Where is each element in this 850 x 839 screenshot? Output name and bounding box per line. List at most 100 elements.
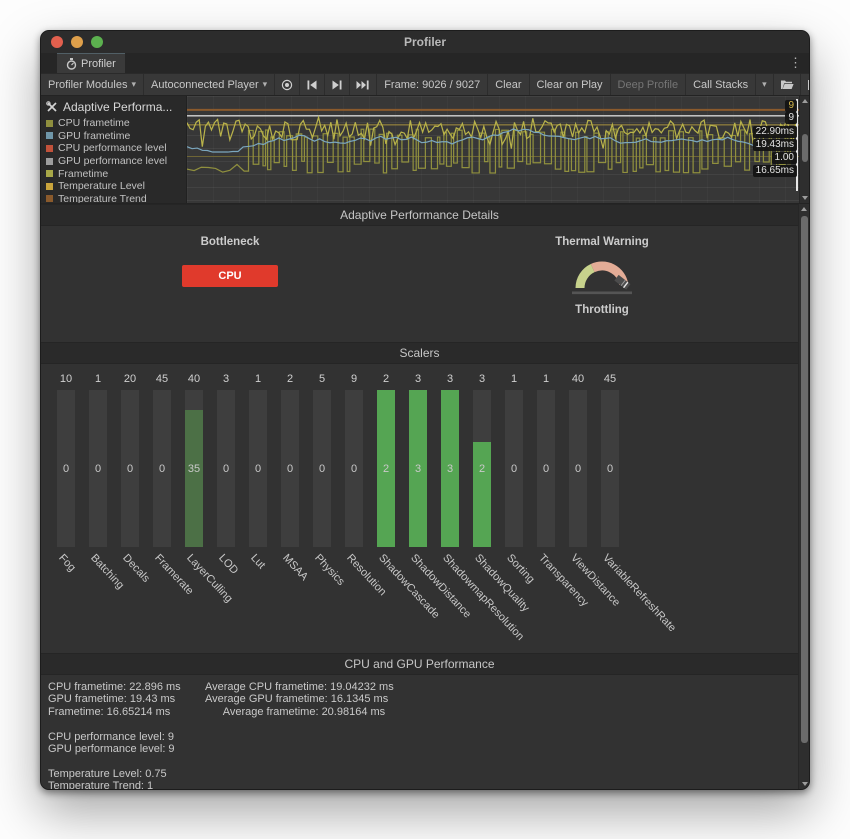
scaler-max-value: 5 (313, 364, 331, 390)
record-button[interactable] (275, 74, 300, 95)
scaler-name-area: Batching (89, 547, 107, 653)
target-dropdown[interactable]: Autoconnected Player ▾ (144, 74, 275, 95)
scaler-bar: 35 (185, 390, 203, 547)
profiler-window: Profiler Profiler ⋮ Profiler Modules ▾ A… (40, 30, 810, 790)
legend-item[interactable]: Temperature Trend (46, 193, 182, 203)
legend-item[interactable]: Temperature Level (46, 180, 182, 193)
scaler-max-value: 2 (281, 364, 299, 390)
frametime-chart[interactable]: 9922.90ms19.43ms1.0016.65ms (187, 96, 799, 203)
scaler-column-msaa: 20MSAA (281, 364, 299, 653)
call-stacks-button[interactable]: Call Stacks (686, 74, 756, 95)
call-stacks-dropdown[interactable]: ▾ (756, 74, 774, 95)
profiler-modules-dropdown[interactable]: Profiler Modules ▾ (41, 74, 144, 95)
scaler-name-label: Fog (56, 552, 78, 574)
scaler-current-value: 0 (345, 463, 363, 475)
scaler-max-value: 45 (153, 364, 171, 390)
thermal-gauge (570, 255, 634, 297)
module-chart-area: Adaptive Performa... CPU frametimeGPU fr… (41, 96, 809, 204)
profiler-modules-label: Profiler Modules (48, 79, 127, 91)
current-frame-button[interactable] (350, 74, 377, 95)
chevron-down-icon: ▾ (131, 79, 136, 90)
legend-item[interactable]: Frametime (46, 167, 182, 180)
skip-to-last-icon (356, 80, 370, 90)
details-panel: Adaptive Performance Details Bottleneck … (41, 204, 809, 789)
module-scrollbar-thumb[interactable] (802, 134, 808, 162)
performance-average-line: Average frametime: 20.98164 ms (205, 706, 394, 718)
scaler-max-value: 3 (409, 364, 427, 390)
performance-left-column: CPU frametime: 22.896 msGPU frametime: 1… (48, 681, 181, 789)
legend-color-chip (46, 132, 53, 139)
performance-header: CPU and GPU Performance (41, 653, 798, 675)
scalers-header: Scalers (41, 342, 798, 364)
legend-item[interactable]: CPU frametime (46, 117, 182, 130)
details-scrollbar-thumb[interactable] (801, 216, 808, 743)
scaler-max-value: 1 (505, 364, 523, 390)
legend-item[interactable]: CPU performance level (46, 142, 182, 155)
save-icon (807, 79, 810, 91)
load-profile-button[interactable] (774, 74, 801, 95)
tab-label: Profiler (81, 58, 116, 70)
scaler-max-value: 1 (89, 364, 107, 390)
legend-color-chip (46, 145, 53, 152)
scaler-bar: 0 (537, 390, 555, 547)
scaler-name-area: ShadowCascade (377, 547, 395, 653)
scaler-bar: 0 (281, 390, 299, 547)
scroll-down-icon[interactable] (802, 196, 808, 200)
chart-readout: 9 (785, 100, 797, 112)
clear-on-play-button[interactable]: Clear on Play (530, 74, 611, 95)
tab-menu-icon[interactable]: ⋮ (789, 56, 802, 69)
call-stacks-label: Call Stacks (693, 79, 748, 91)
scaler-name-area: Decals (121, 547, 139, 653)
scaler-name-area: Transparency (537, 547, 555, 653)
scaler-column-physics: 50Physics (313, 364, 331, 653)
module-legend: CPU frametimeGPU frametimeCPU performanc… (46, 117, 182, 203)
scaler-name-label: Lut (248, 552, 267, 571)
legend-label: Temperature Level (58, 180, 145, 192)
details-scrollbar[interactable] (798, 204, 809, 789)
scaler-name-label: MSAA (280, 552, 310, 583)
scaler-current-value: 0 (313, 463, 331, 475)
scaler-max-value: 20 (121, 364, 139, 390)
scaler-column-transparency: 10Transparency (537, 364, 555, 653)
first-frame-button[interactable] (300, 74, 325, 95)
scaler-bar: 0 (89, 390, 107, 547)
frame-counter: Frame: 9026 / 9027 (377, 74, 488, 95)
performance-stat-line: Temperature Level: 0.75 (48, 768, 181, 780)
clear-button[interactable]: Clear (488, 74, 529, 95)
legend-item[interactable]: GPU performance level (46, 155, 182, 168)
scaler-current-value: 0 (153, 463, 171, 475)
adaptive-details-header: Adaptive Performance Details (41, 204, 798, 226)
scroll-up-icon[interactable] (801, 207, 807, 211)
module-header[interactable]: Adaptive Performa... (46, 100, 182, 114)
scaler-column-shadowmapresolution: 33ShadowmapResolution (441, 364, 459, 653)
scaler-current-value: 0 (217, 463, 235, 475)
scroll-down-icon[interactable] (802, 782, 808, 786)
scaler-max-value: 1 (249, 364, 267, 390)
scaler-name-label: Decals (120, 552, 152, 585)
tab-profiler[interactable]: Profiler (57, 53, 125, 73)
module-scrollbar[interactable] (799, 96, 809, 203)
performance-stat-line: GPU performance level: 9 (48, 743, 181, 755)
save-profile-button[interactable] (801, 74, 810, 95)
scalers-chart: 100Fog10Batching200Decals450Framerate403… (41, 364, 798, 653)
scaler-name-area: Framerate (153, 547, 171, 653)
close-window-button[interactable] (51, 36, 63, 48)
scroll-up-icon[interactable] (802, 99, 808, 103)
bottleneck-indicator: CPU (182, 265, 278, 287)
scaler-current-value: 35 (185, 463, 203, 475)
legend-color-chip (46, 183, 53, 190)
scaler-name-area: VariableRefreshRate (601, 547, 619, 653)
scaler-current-value: 0 (537, 463, 555, 475)
next-frame-button[interactable] (325, 74, 350, 95)
scaler-name-label: Sorting (504, 552, 537, 586)
scaler-name-area: Lut (249, 547, 267, 653)
scaler-max-value: 3 (441, 364, 459, 390)
zoom-window-button[interactable] (91, 36, 103, 48)
scaler-max-value: 40 (185, 364, 203, 390)
minimize-window-button[interactable] (71, 36, 83, 48)
chart-readout: 22.90ms (753, 126, 797, 138)
scaler-current-value: 0 (505, 463, 523, 475)
scaler-current-value: 0 (57, 463, 75, 475)
scaler-current-value: 3 (409, 463, 427, 475)
legend-item[interactable]: GPU frametime (46, 130, 182, 143)
